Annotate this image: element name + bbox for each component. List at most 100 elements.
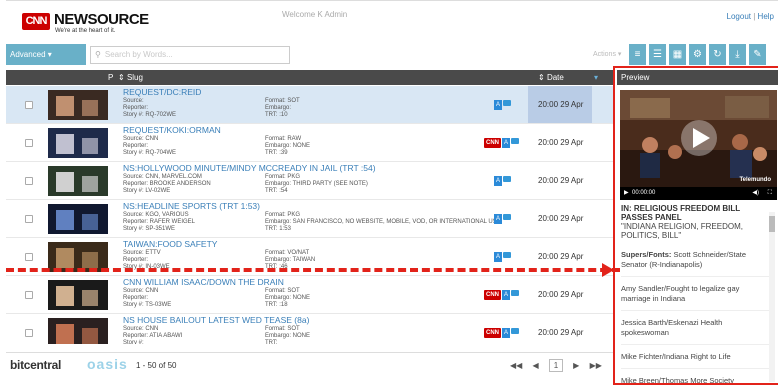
table-row[interactable]: CNN WILLIAM ISAAC/DOWN THE DRAIN Source: … (6, 276, 614, 336)
edit-icon[interactable]: ✎ (749, 44, 766, 65)
story-thumbnail[interactable] (48, 280, 108, 310)
story-trt: TRT: :10 (265, 112, 288, 118)
folder-icon[interactable] (503, 252, 512, 258)
app-frame: CNN NEWSOURCE We're at the heart of it. … (6, 0, 778, 385)
story-thumbnail[interactable] (48, 90, 108, 120)
story-source: Source: CNN (123, 136, 159, 142)
story-thumbnail[interactable] (48, 128, 108, 158)
story-icons: A (494, 214, 512, 224)
story-thumbnail[interactable] (48, 204, 108, 234)
last-page-icon[interactable]: ▶▶ (590, 361, 602, 370)
asset-icon[interactable]: A (494, 100, 503, 110)
col-date-label: Date (546, 73, 564, 82)
story-trt: TRT: (265, 340, 278, 344)
col-slug-label: Slug (126, 73, 143, 82)
row-checkbox[interactable] (25, 329, 33, 337)
asset-icon[interactable]: A (494, 252, 503, 262)
story-meta-right: Format: RAW Embargo: NONE TRT: :39 (265, 136, 310, 157)
story-date: 20:00 29 Apr 15 (538, 328, 584, 337)
row-checkbox[interactable] (25, 177, 33, 185)
grid-view-icon[interactable]: ▦ (669, 44, 686, 65)
folder-icon[interactable] (511, 138, 520, 144)
fullscreen-icon[interactable]: ⛶ (768, 187, 772, 200)
folder-icon[interactable] (511, 290, 520, 296)
asset-icon[interactable]: A (494, 176, 503, 186)
story-list: REQUEST/DC:REID Source: Reporter: Story #: … (6, 86, 614, 344)
story-slug[interactable]: TAIWAN:FOOD SAFETY (123, 239, 217, 249)
story-slug[interactable]: REQUEST/KOKI:ORMAN (123, 125, 221, 135)
story-slug[interactable]: NS:HOLLYWOOD MINUTE/MINDY MCCREADY IN JA… (123, 163, 376, 173)
detail-view-icon[interactable]: ☰ (649, 44, 666, 65)
table-row[interactable]: NS HOUSE BAILOUT LATEST WED TEASE (8a) So… (6, 314, 614, 344)
table-row[interactable]: REQUEST/KOKI:ORMAN Source: CNN Reporter: St… (6, 124, 614, 184)
row-checkbox[interactable] (25, 291, 33, 299)
help-link[interactable]: Help (758, 12, 774, 21)
video-time: 00:00:00 (632, 190, 656, 196)
current-page[interactable]: 1 (548, 359, 563, 372)
refresh-icon[interactable]: ↻ (709, 44, 726, 65)
cnn-icon: CNN (484, 290, 501, 300)
story-source: Source: KGO, VARIOUS (123, 212, 189, 218)
search-input[interactable]: ⚲ Search by Words... (90, 46, 290, 64)
asset-icon[interactable]: A (494, 214, 503, 224)
scrollbar-thumb[interactable] (769, 216, 775, 232)
folder-icon[interactable] (503, 176, 512, 182)
search-placeholder: Search by Words... (104, 50, 173, 59)
preview-title: Preview (617, 70, 778, 85)
actions-dropdown[interactable]: Actions ▾ (593, 50, 621, 58)
page-info: 1 - 50 of 50 (136, 361, 177, 370)
story-slug[interactable]: NS HOUSE BAILOUT LATEST WED TEASE (8a) (123, 315, 309, 325)
story-source: Source: CNN, MARVEL.COM (123, 174, 202, 180)
logout-link[interactable]: Logout (727, 12, 751, 21)
download-icon[interactable]: ⤓ (729, 44, 746, 65)
toolbar: Advanced ▾ ⚲ Search by Words... Actions ▾… (6, 44, 778, 66)
story-meta-left: Source: KGO, VARIOUS Reporter: RAFER WEIG… (123, 212, 195, 233)
folder-icon[interactable] (511, 328, 520, 334)
story-number: Story #: (123, 340, 144, 344)
story-reporter: Reporter: (123, 105, 149, 111)
prev-page-icon[interactable]: ◀ (533, 361, 539, 370)
brand-tagline: We're at the heart of it. (55, 28, 116, 34)
play-icon[interactable]: ▶ (624, 187, 629, 200)
story-slug[interactable]: NS:HEADLINE SPORTS (TRT 1:53) (123, 201, 260, 211)
story-thumbnail[interactable] (48, 166, 108, 196)
volume-icon[interactable]: ◀) (752, 187, 759, 200)
video-watermark: Telemundo (739, 177, 771, 183)
table-row[interactable]: NS:HEADLINE SPORTS (TRT 1:53) Source: KGO… (6, 200, 614, 260)
row-checkbox[interactable] (25, 101, 33, 109)
next-page-icon[interactable]: ▶ (573, 361, 579, 370)
asset-icon[interactable]: A (502, 138, 511, 148)
asset-icon[interactable]: A (502, 328, 511, 338)
col-date[interactable]: ⇕ Date (538, 73, 564, 82)
folder-icon[interactable] (503, 100, 512, 106)
folder-icon[interactable] (503, 214, 512, 220)
story-number: Story #: TS-03WE (123, 302, 172, 308)
table-row[interactable]: NS:HOLLYWOOD MINUTE/MINDY MCCREADY IN JA… (6, 162, 614, 222)
preview-item: Mike Fichter/Indiana Right to Life (621, 345, 769, 369)
story-slug[interactable]: REQUEST/DC:REID (123, 87, 201, 97)
preview-scrollbar[interactable] (769, 212, 775, 382)
video-player[interactable]: Telemundo (620, 90, 777, 187)
preview-item: Mike Breen/Thomas More Society (621, 369, 769, 383)
first-page-icon[interactable]: ◀◀ (510, 361, 522, 370)
row-checkbox[interactable] (25, 253, 33, 261)
row-checkbox[interactable] (25, 215, 33, 223)
story-embargo: Embargo: TAIWAN (265, 257, 316, 263)
cnn-logo[interactable]: CNN (22, 13, 50, 30)
row-checkbox[interactable] (25, 139, 33, 147)
story-meta-right: Format: SOT Embargo: TRT: :10 (265, 98, 300, 119)
table-row[interactable]: REQUEST/DC:REID Source: Reporter: Story #: … (6, 86, 614, 146)
sort-down-icon[interactable]: ▾ (594, 73, 598, 82)
asset-icon[interactable]: A (502, 290, 511, 300)
story-slug[interactable]: CNN WILLIAM ISAAC/DOWN THE DRAIN (123, 277, 284, 287)
story-source: Source: ETTV (123, 250, 161, 256)
gear-icon[interactable]: ⚙ (689, 44, 706, 65)
story-embargo: Embargo: SAN FRANCISCO, NO WEBSITE, MOBI… (265, 219, 501, 225)
col-p[interactable]: P (108, 73, 113, 82)
link-separator: | (753, 12, 756, 21)
advanced-button[interactable]: Advanced ▾ (6, 44, 86, 65)
col-slug[interactable]: ⇕ Slug (118, 73, 143, 82)
list-view-icon[interactable]: ≡ (629, 44, 646, 65)
cnn-icon: CNN (484, 328, 501, 338)
story-thumbnail[interactable] (48, 318, 108, 344)
